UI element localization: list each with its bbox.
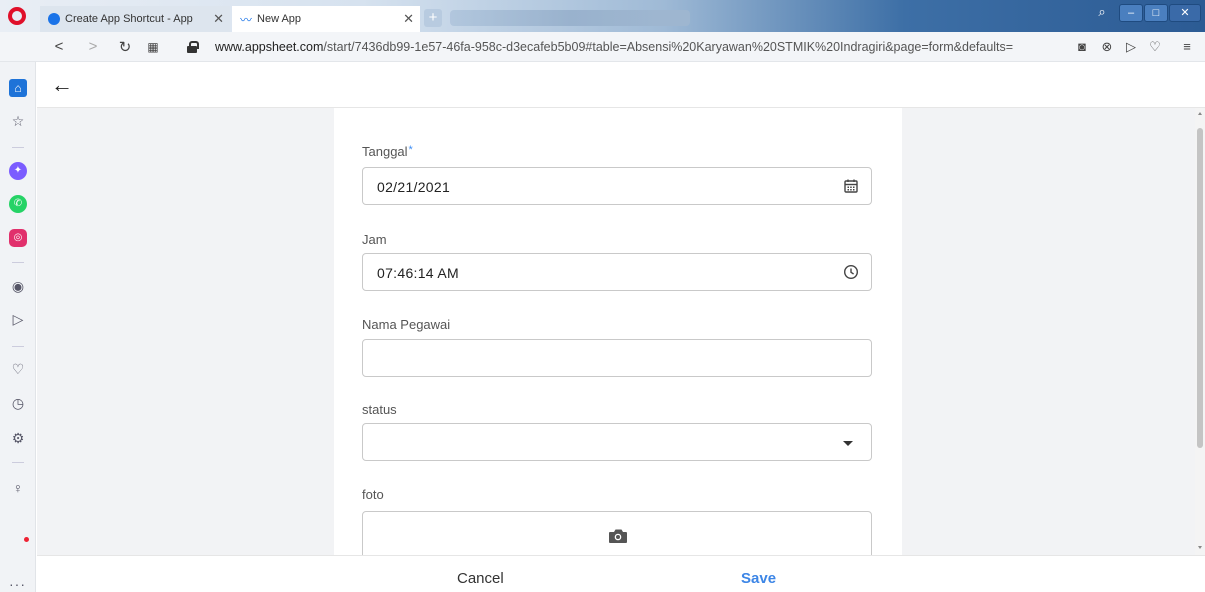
sidebar-divider [12, 346, 24, 347]
calendar-icon[interactable] [843, 178, 859, 194]
field-label-tanggal: Tanggal* [362, 144, 413, 159]
back-arrow-icon[interactable]: ← [51, 72, 73, 98]
nama-pegawai-input[interactable] [362, 339, 872, 377]
sidebar-divider [12, 147, 24, 148]
dropdown-caret-icon[interactable] [843, 441, 853, 446]
field-label-foto: foto [362, 487, 384, 502]
snapshot-icon[interactable]: ◙ [1073, 39, 1091, 54]
tab-new-app[interactable]: 〰 New App ✕ [232, 6, 420, 32]
block-icon[interactable]: ⊗ [1098, 39, 1116, 55]
tab-search-icon[interactable]: ⌕ [1090, 4, 1114, 22]
messenger-icon[interactable]: ✦ [9, 162, 27, 180]
required-marker: * [408, 144, 413, 156]
url-field[interactable]: www.appsheet.com/start/7436db99-1e57-46f… [215, 40, 1065, 54]
opera-sidebar: ⌂ ☆ ✦ ✆ ◎ ◉ ▷ ♡ ◷ ⚙ ♀ ··· [0, 62, 36, 592]
opera-logo-icon[interactable] [8, 7, 26, 25]
save-button[interactable]: Save [741, 570, 776, 587]
field-label-jam: Jam [362, 232, 387, 247]
form-panel: Tanggal* 02/21/2021 Jam 07:46:14 AM Nama… [334, 108, 902, 555]
blurred-tab[interactable] [450, 10, 690, 26]
lightbulb-icon[interactable]: ♀ [9, 479, 27, 497]
label-text: Tanggal [362, 144, 408, 159]
scrollbar-thumb[interactable] [1197, 128, 1203, 448]
form-footer: Cancel Save [37, 555, 1205, 592]
url-path: /start/7436db99-1e57-46fa-958c-d3ecafeb5… [323, 40, 1014, 54]
reload-icon[interactable]: ↻ [116, 38, 134, 56]
instagram-icon[interactable]: ◎ [9, 229, 27, 247]
clock-icon[interactable] [843, 264, 859, 280]
tab-close-icon[interactable]: ✕ [213, 11, 224, 27]
easy-setup-icon[interactable]: ≡ [1178, 39, 1196, 54]
tab-label: New App [257, 13, 302, 25]
whatsapp-icon[interactable]: ✆ [9, 195, 27, 213]
tanggal-value: 02/21/2021 [377, 179, 451, 195]
lock-icon[interactable] [187, 41, 199, 53]
speed-dial-icon[interactable]: ▦ [144, 40, 162, 54]
foto-upload-area[interactable] [362, 511, 872, 555]
maximize-button[interactable]: □ [1144, 4, 1168, 22]
close-window-button[interactable]: ✕ [1169, 4, 1201, 22]
app-header: ← [37, 62, 1205, 108]
forward-nav-icon[interactable]: > [84, 38, 102, 55]
notification-dot [24, 537, 29, 542]
settings-gear-icon[interactable]: ⚙ [9, 429, 27, 447]
tanggal-date-input[interactable]: 02/21/2021 [362, 167, 872, 205]
appsheet-favicon-icon [48, 13, 60, 25]
camera-icon[interactable] [608, 528, 628, 544]
field-label-nama-pegawai: Nama Pegawai [362, 317, 451, 332]
trend-favicon-icon: 〰 [240, 12, 253, 27]
cancel-button[interactable]: Cancel [457, 570, 504, 587]
star-icon[interactable]: ☆ [9, 112, 27, 130]
history-icon[interactable]: ◷ [9, 394, 27, 412]
tab-create-app-shortcut[interactable]: Create App Shortcut - App ✕ [40, 6, 230, 32]
sidebar-divider [12, 462, 24, 463]
scroll-down-arrow-icon[interactable] [1198, 546, 1202, 549]
jam-value: 07:46:14 AM [377, 265, 459, 281]
browser-titlebar: Create App Shortcut - App ✕ 〰 New App ✕ … [0, 0, 1205, 32]
sidebar-divider [12, 262, 24, 263]
url-domain: www.appsheet.com [215, 40, 324, 54]
heart-sidebar-icon[interactable]: ♡ [9, 360, 27, 378]
home-icon[interactable]: ⌂ [9, 79, 27, 97]
jam-time-input[interactable]: 07:46:14 AM [362, 253, 872, 291]
field-label-status: status [362, 402, 397, 417]
new-tab-button[interactable]: + [424, 9, 442, 27]
tab-close-icon[interactable]: ✕ [403, 11, 414, 27]
heart-icon[interactable]: ♡ [1146, 39, 1164, 55]
page-scrollbar[interactable] [1195, 108, 1205, 555]
minimize-button[interactable]: – [1119, 4, 1143, 22]
status-select[interactable] [362, 423, 872, 461]
player-icon[interactable]: ◉ [9, 277, 27, 295]
form-page: Tanggal* 02/21/2021 Jam 07:46:14 AM Nama… [37, 108, 1195, 555]
send-icon[interactable]: ▷ [1122, 39, 1140, 55]
scroll-up-arrow-icon[interactable] [1198, 112, 1202, 115]
address-bar: < > ↻ ▦ www.appsheet.com/start/7436db99-… [0, 32, 1205, 62]
back-nav-icon[interactable]: < [50, 38, 68, 55]
flow-icon[interactable]: ▷ [9, 310, 27, 328]
more-icon[interactable]: ··· [9, 576, 26, 592]
tab-label: Create App Shortcut - App [65, 13, 193, 25]
